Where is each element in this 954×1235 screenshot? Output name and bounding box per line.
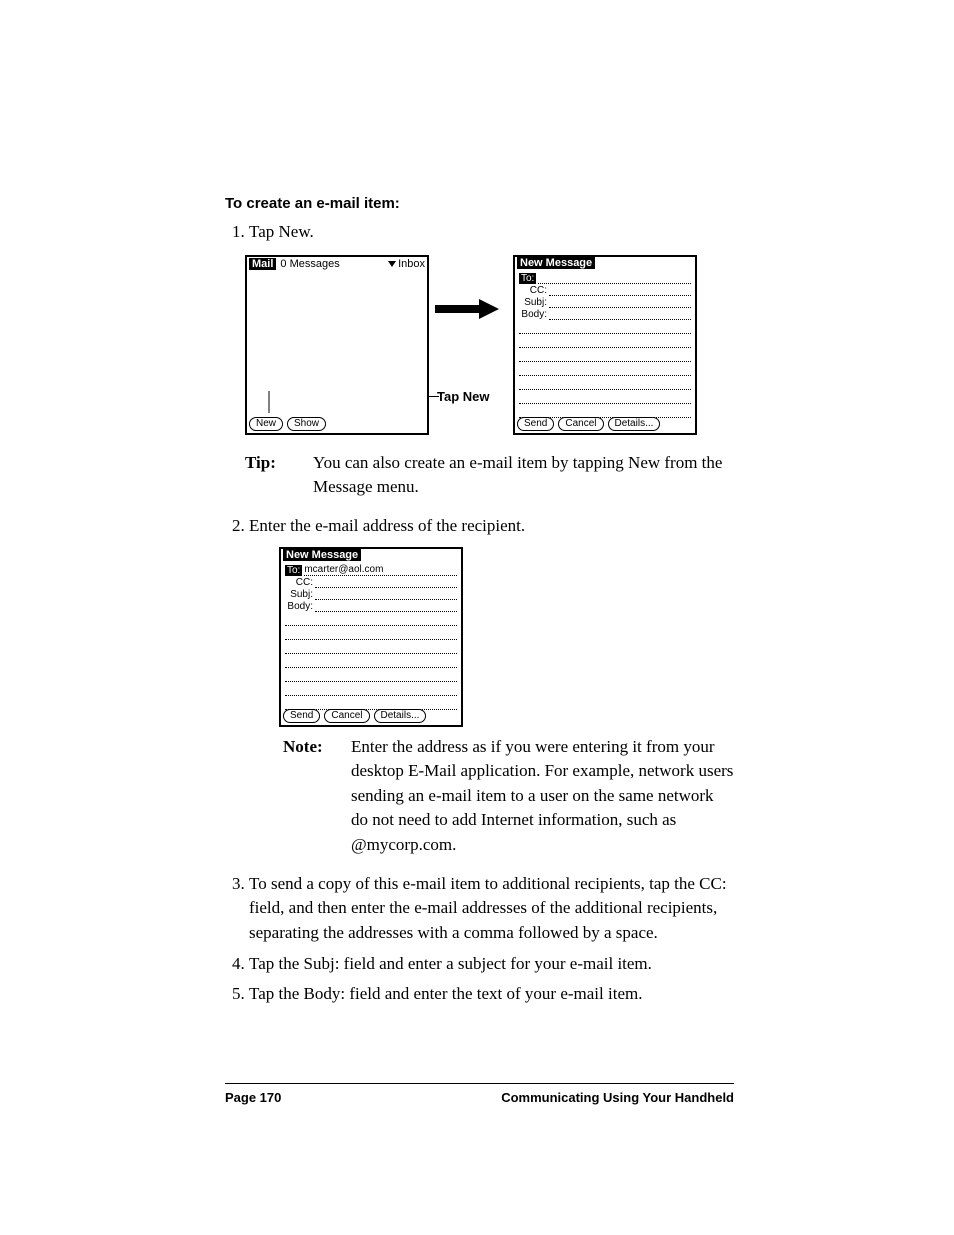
cancel-button-b[interactable]: Cancel [324,709,369,723]
folder-label: Inbox [398,258,425,270]
cc-field-b[interactable] [315,577,457,588]
to-field[interactable] [538,273,691,284]
new-button-connector [259,391,279,417]
section-heading: To create an e-mail item: [225,195,734,212]
page-footer: Page 170 Communicating Using Your Handhe… [225,1083,734,1105]
arrow-right-icon [435,299,499,319]
new-message-title: New Message [517,257,595,269]
cc-field[interactable] [549,285,691,296]
subj-label-b: Subj: [285,589,315,600]
step-5: Tap the Body: field and enter the text o… [249,982,734,1007]
body-lines-b[interactable] [285,613,457,710]
body-field-b[interactable] [315,601,457,612]
body-label-b: Body: [285,601,315,612]
new-message-title-b: New Message [283,549,361,561]
step-1: Tap New. [249,220,734,245]
step-3: To send a copy of this e-mail item to ad… [249,872,734,946]
step-2: Enter the e-mail address of the recipien… [249,514,734,539]
figure-mail-to-new-message: Mail 0 Messages Inbox New Show [245,255,734,435]
show-button[interactable]: Show [287,417,326,431]
mail-inbox-screen: Mail 0 Messages Inbox New Show [245,255,429,435]
step-list-3: To send a copy of this e-mail item to ad… [225,872,734,1007]
note-block: Note: Enter the address as if you were e… [283,735,734,858]
subj-label: Subj: [519,297,549,308]
to-label: To: [519,273,536,284]
cc-label: CC: [519,285,549,296]
tip-text: You can also create an e-mail item by ta… [313,451,734,500]
send-button[interactable]: Send [517,417,554,431]
cancel-button[interactable]: Cancel [558,417,603,431]
folder-dropdown[interactable]: Inbox [388,258,425,270]
new-message-screen-b: New Message To: mcarter@aol.com CC: Subj… [279,547,463,727]
mail-app-title: Mail [249,258,276,270]
figure-new-message-with-recipient: New Message To: mcarter@aol.com CC: Subj… [279,547,734,727]
body-label: Body: [519,309,549,320]
chevron-down-icon [388,261,396,267]
body-lines[interactable] [519,321,691,418]
cc-label-b: CC: [285,577,315,588]
note-text: Enter the address as if you were enterin… [351,735,734,858]
to-label-b: To: [285,565,302,576]
subj-field-b[interactable] [315,589,457,600]
subj-field[interactable] [549,297,691,308]
tip-block: Tip: You can also create an e-mail item … [245,451,734,500]
step-4: Tap the Subj: field and enter a subject … [249,952,734,977]
body-field[interactable] [549,309,691,320]
to-field-b[interactable]: mcarter@aol.com [304,565,457,576]
chapter-title: Communicating Using Your Handheld [501,1090,734,1105]
details-button[interactable]: Details... [608,417,661,431]
tap-new-callout: Tap New [437,389,490,404]
new-message-screen: New Message To: CC: Subj: Body: [513,255,697,435]
send-button-b[interactable]: Send [283,709,320,723]
details-button-b[interactable]: Details... [374,709,427,723]
step-list: Tap New. [225,220,734,245]
page-number: Page 170 [225,1090,281,1105]
mail-message-count: 0 Messages [280,258,388,270]
new-button[interactable]: New [249,417,283,431]
step-list-2: Enter the e-mail address of the recipien… [225,514,734,539]
note-label: Note: [283,735,351,858]
tip-label: Tip: [245,451,313,500]
